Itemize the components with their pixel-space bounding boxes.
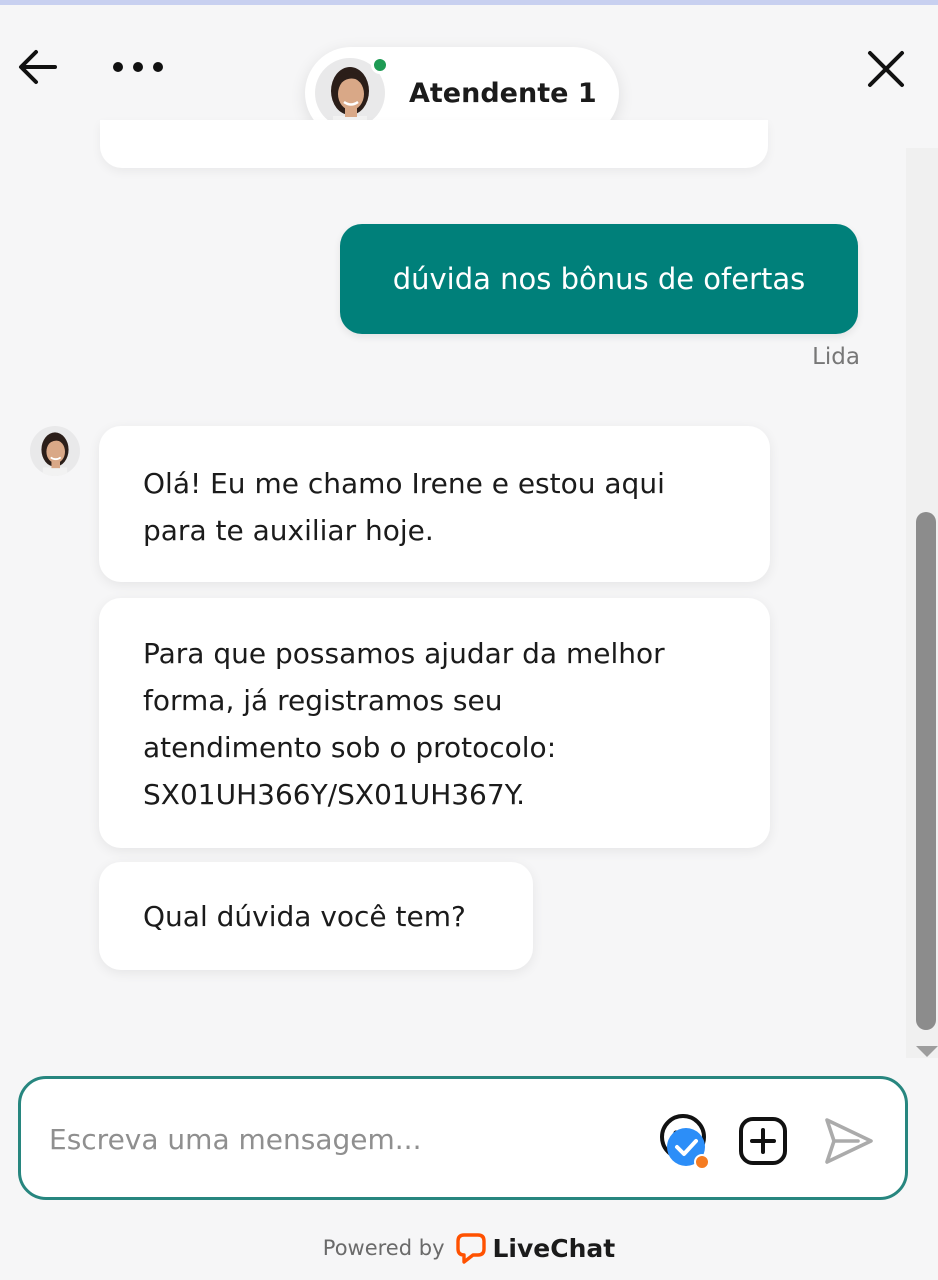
- add-attachment-button[interactable]: [737, 1115, 789, 1167]
- previous-message-card: [100, 120, 768, 168]
- livechat-brand-link[interactable]: LiveChat: [455, 1232, 616, 1264]
- message-line: Qual dúvida você tem?: [143, 900, 466, 933]
- send-icon: [825, 1118, 873, 1164]
- read-status: Lida: [812, 344, 860, 370]
- back-button[interactable]: [14, 43, 62, 91]
- agent-avatar: [315, 56, 389, 128]
- scrollbar-thumb[interactable]: [916, 512, 936, 1030]
- livechat-logo-icon: [455, 1233, 486, 1264]
- agent-name: Atendente 1: [409, 77, 597, 109]
- user-message-bubble: dúvida nos bônus de ofertas: [340, 224, 858, 334]
- arrow-left-icon: [19, 50, 57, 84]
- message-line: SX01UH366Y/SX01UH367Y.: [143, 778, 526, 811]
- close-button[interactable]: [860, 43, 912, 95]
- scroll-down-arrow[interactable]: [916, 1046, 938, 1057]
- agent-message-bubble: Olá! Eu me chamo Irene e estou aqui para…: [99, 426, 770, 582]
- message-composer: [18, 1076, 908, 1200]
- user-message-text: dúvida nos bônus de ofertas: [392, 262, 806, 296]
- emoji-icon: [660, 1114, 710, 1170]
- message-line: para te auxiliar hoje.: [143, 514, 434, 547]
- more-options-button[interactable]: [108, 43, 168, 91]
- send-button[interactable]: [821, 1113, 877, 1169]
- emoji-button[interactable]: [657, 1111, 719, 1173]
- message-line: Olá! Eu me chamo Irene e estou aqui: [143, 467, 665, 500]
- agent-message-bubble: Para que possamos ajudar da melhor forma…: [99, 598, 770, 848]
- powered-by-label: Powered by: [322, 1236, 445, 1260]
- add-attachment-icon: [739, 1117, 787, 1165]
- powered-by-footer: Powered by LiveChat: [0, 1228, 938, 1268]
- message-line: forma, já registramos seu: [143, 684, 503, 717]
- message-line: Para que possamos ajudar da melhor: [143, 637, 665, 670]
- message-input[interactable]: [47, 1109, 611, 1169]
- more-horizontal-icon: [113, 62, 163, 72]
- agent-message-avatar: [30, 426, 80, 476]
- message-line: atendimento sob o protocolo:: [143, 731, 557, 764]
- agent-message-bubble: Qual dúvida você tem?: [99, 862, 533, 970]
- brand-name: LiveChat: [492, 1233, 616, 1263]
- agent-avatar-image: [30, 426, 80, 476]
- online-status-dot: [371, 56, 389, 74]
- close-icon: [868, 51, 904, 87]
